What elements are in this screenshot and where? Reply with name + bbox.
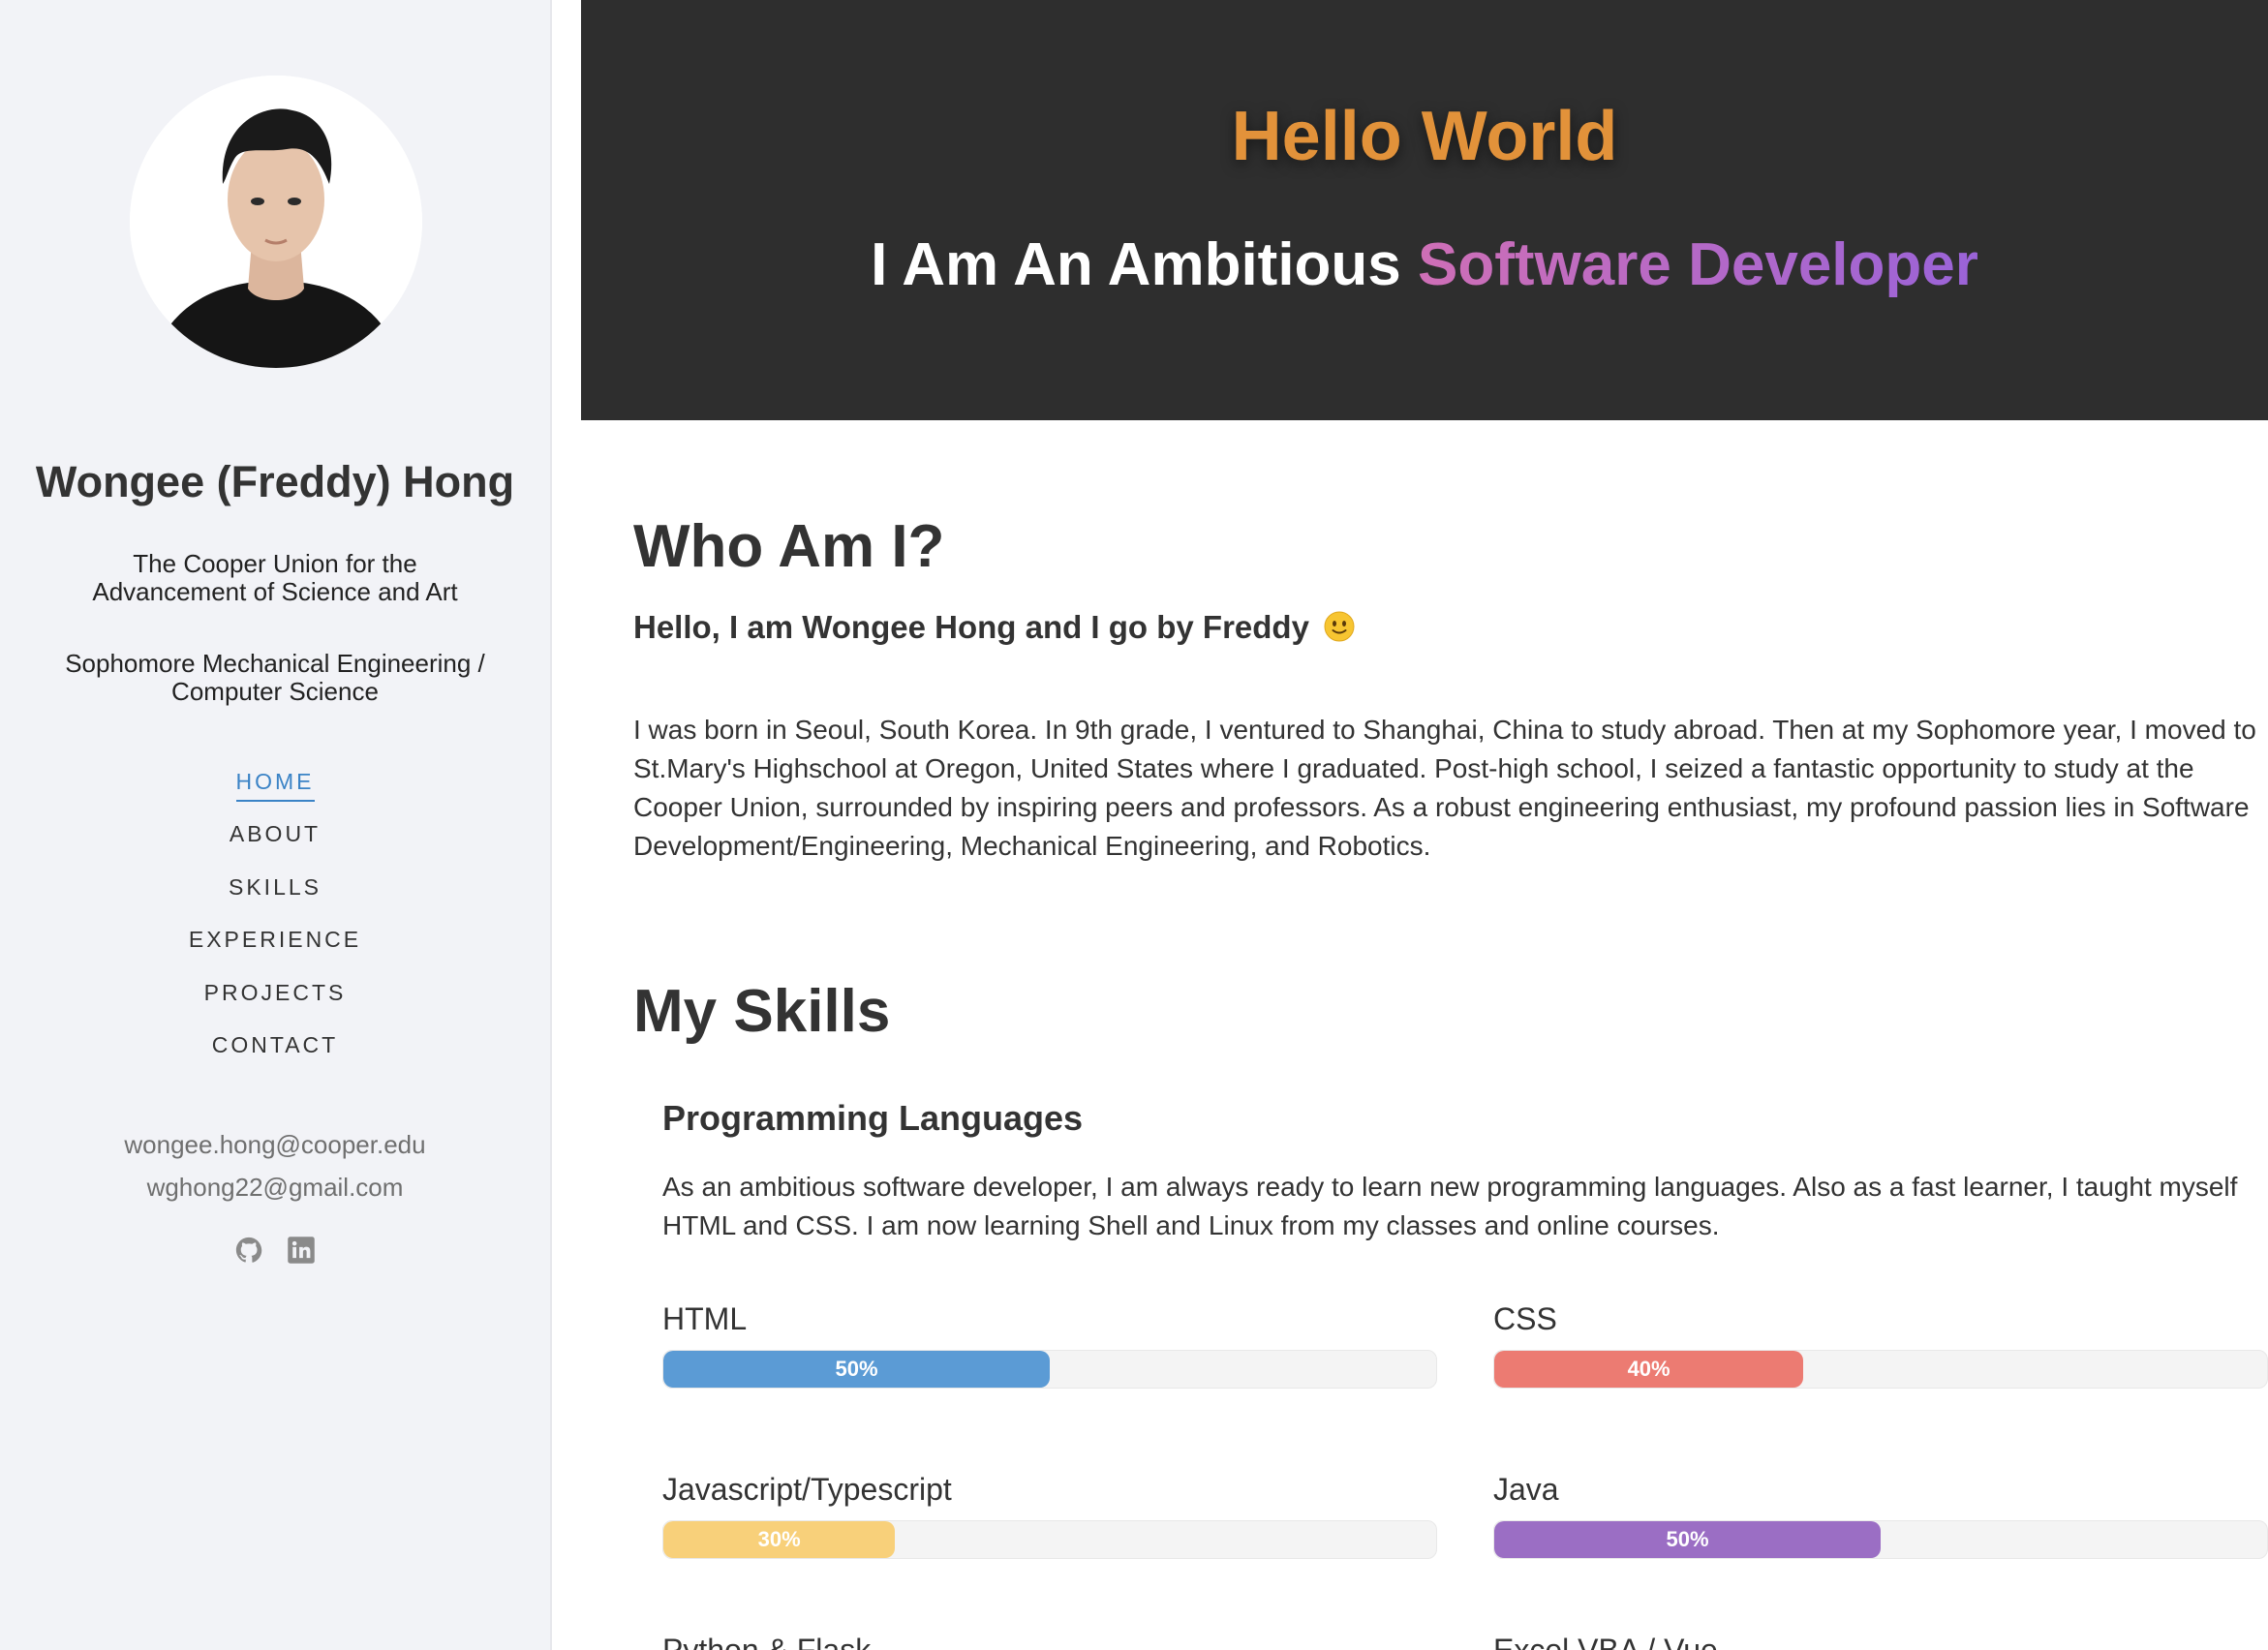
nav-contact[interactable]: CONTACT (212, 1032, 338, 1063)
page: Wongee (Freddy) Hong The Cooper Union fo… (0, 0, 2268, 1650)
email-link-cooper[interactable]: wongee.hong@cooper.edu (0, 1123, 550, 1166)
tagline-highlight: Software Developer (1418, 231, 1978, 298)
skill-javascript: Javascript/Typescript 30% (662, 1472, 1437, 1559)
about-subtitle: Hello, I am Wongee Hong and I go by Fred… (633, 609, 1355, 646)
skill-progress-bar: 30% (663, 1521, 896, 1558)
skill-python: Python & Flask (662, 1633, 1437, 1650)
skill-name: Excel VBA / Vue (1493, 1633, 1718, 1650)
email-link-gmail[interactable]: wghong22@gmail.com (0, 1166, 550, 1208)
hero-tagline: I Am An Ambitious Software Developer (581, 230, 2268, 299)
hero-title: Hello World (1231, 98, 1618, 175)
major-text: Sophomore Mechanical Engineering / Compu… (65, 649, 485, 706)
skill-progress-bar: 50% (1494, 1521, 1881, 1558)
profile-name: Wongee (Freddy) Hong (35, 457, 515, 506)
skill-progress-bar: 40% (1494, 1351, 1804, 1388)
about-subtitle-text: Hello, I am Wongee Hong and I go by Fred… (633, 609, 1309, 645)
skill-name: Javascript/Typescript (662, 1472, 952, 1507)
nav-experience[interactable]: EXPERIENCE (189, 927, 361, 958)
contact-emails: wongee.hong@cooper.edu wghong22@gmail.co… (0, 1123, 550, 1208)
profile-photo (130, 76, 422, 368)
linkedin-icon[interactable] (287, 1236, 316, 1265)
smile-emoji-icon (1324, 611, 1355, 642)
skill-name: CSS (1493, 1301, 1557, 1336)
programming-languages-description: As an ambitious software developer, I am… (662, 1172, 2238, 1240)
nav-home[interactable]: HOME (235, 769, 315, 802)
skill-java: Java 50% (1493, 1472, 2268, 1559)
skill-name: Java (1493, 1472, 1559, 1507)
skill-progress-track: 50% (662, 1350, 1437, 1389)
skill-progress-track: 30% (662, 1520, 1437, 1559)
skill-name: HTML (662, 1301, 748, 1336)
skill-css: CSS 40% (1493, 1301, 2268, 1389)
skill-html: HTML 50% (662, 1301, 1437, 1389)
sidebar: Wongee (Freddy) Hong The Cooper Union fo… (0, 0, 552, 1650)
social-links (0, 1236, 550, 1265)
skill-progress-track: 50% (1493, 1520, 2268, 1559)
about-bio: I was born in Seoul, South Korea. In 9th… (633, 715, 2256, 861)
nav-skills[interactable]: SKILLS (229, 874, 322, 905)
about-title: Who Am I? (633, 513, 945, 580)
programming-languages-title: Programming Languages (662, 1098, 1084, 1138)
skill-progress-track: 40% (1493, 1350, 2268, 1389)
skill-excel-vue: Excel VBA / Vue (1493, 1633, 2268, 1650)
sidebar-nav: HOME ABOUT SKILLS EXPERIENCE PROJECTS CO… (0, 769, 550, 1085)
github-icon[interactable] (234, 1236, 263, 1265)
nav-about[interactable]: ABOUT (230, 821, 321, 852)
skill-name: Python & Flask (662, 1633, 872, 1650)
nav-projects[interactable]: PROJECTS (204, 980, 347, 1011)
skill-progress-bar: 50% (663, 1351, 1050, 1388)
school-name: The Cooper Union for the Advancement of … (92, 549, 458, 606)
skills-title: My Skills (633, 978, 891, 1045)
tagline-lead: I Am An Ambitious (871, 231, 1401, 298)
hero-banner: Hello World I Am An Ambitious Software D… (581, 0, 2268, 420)
avatar (130, 76, 422, 368)
